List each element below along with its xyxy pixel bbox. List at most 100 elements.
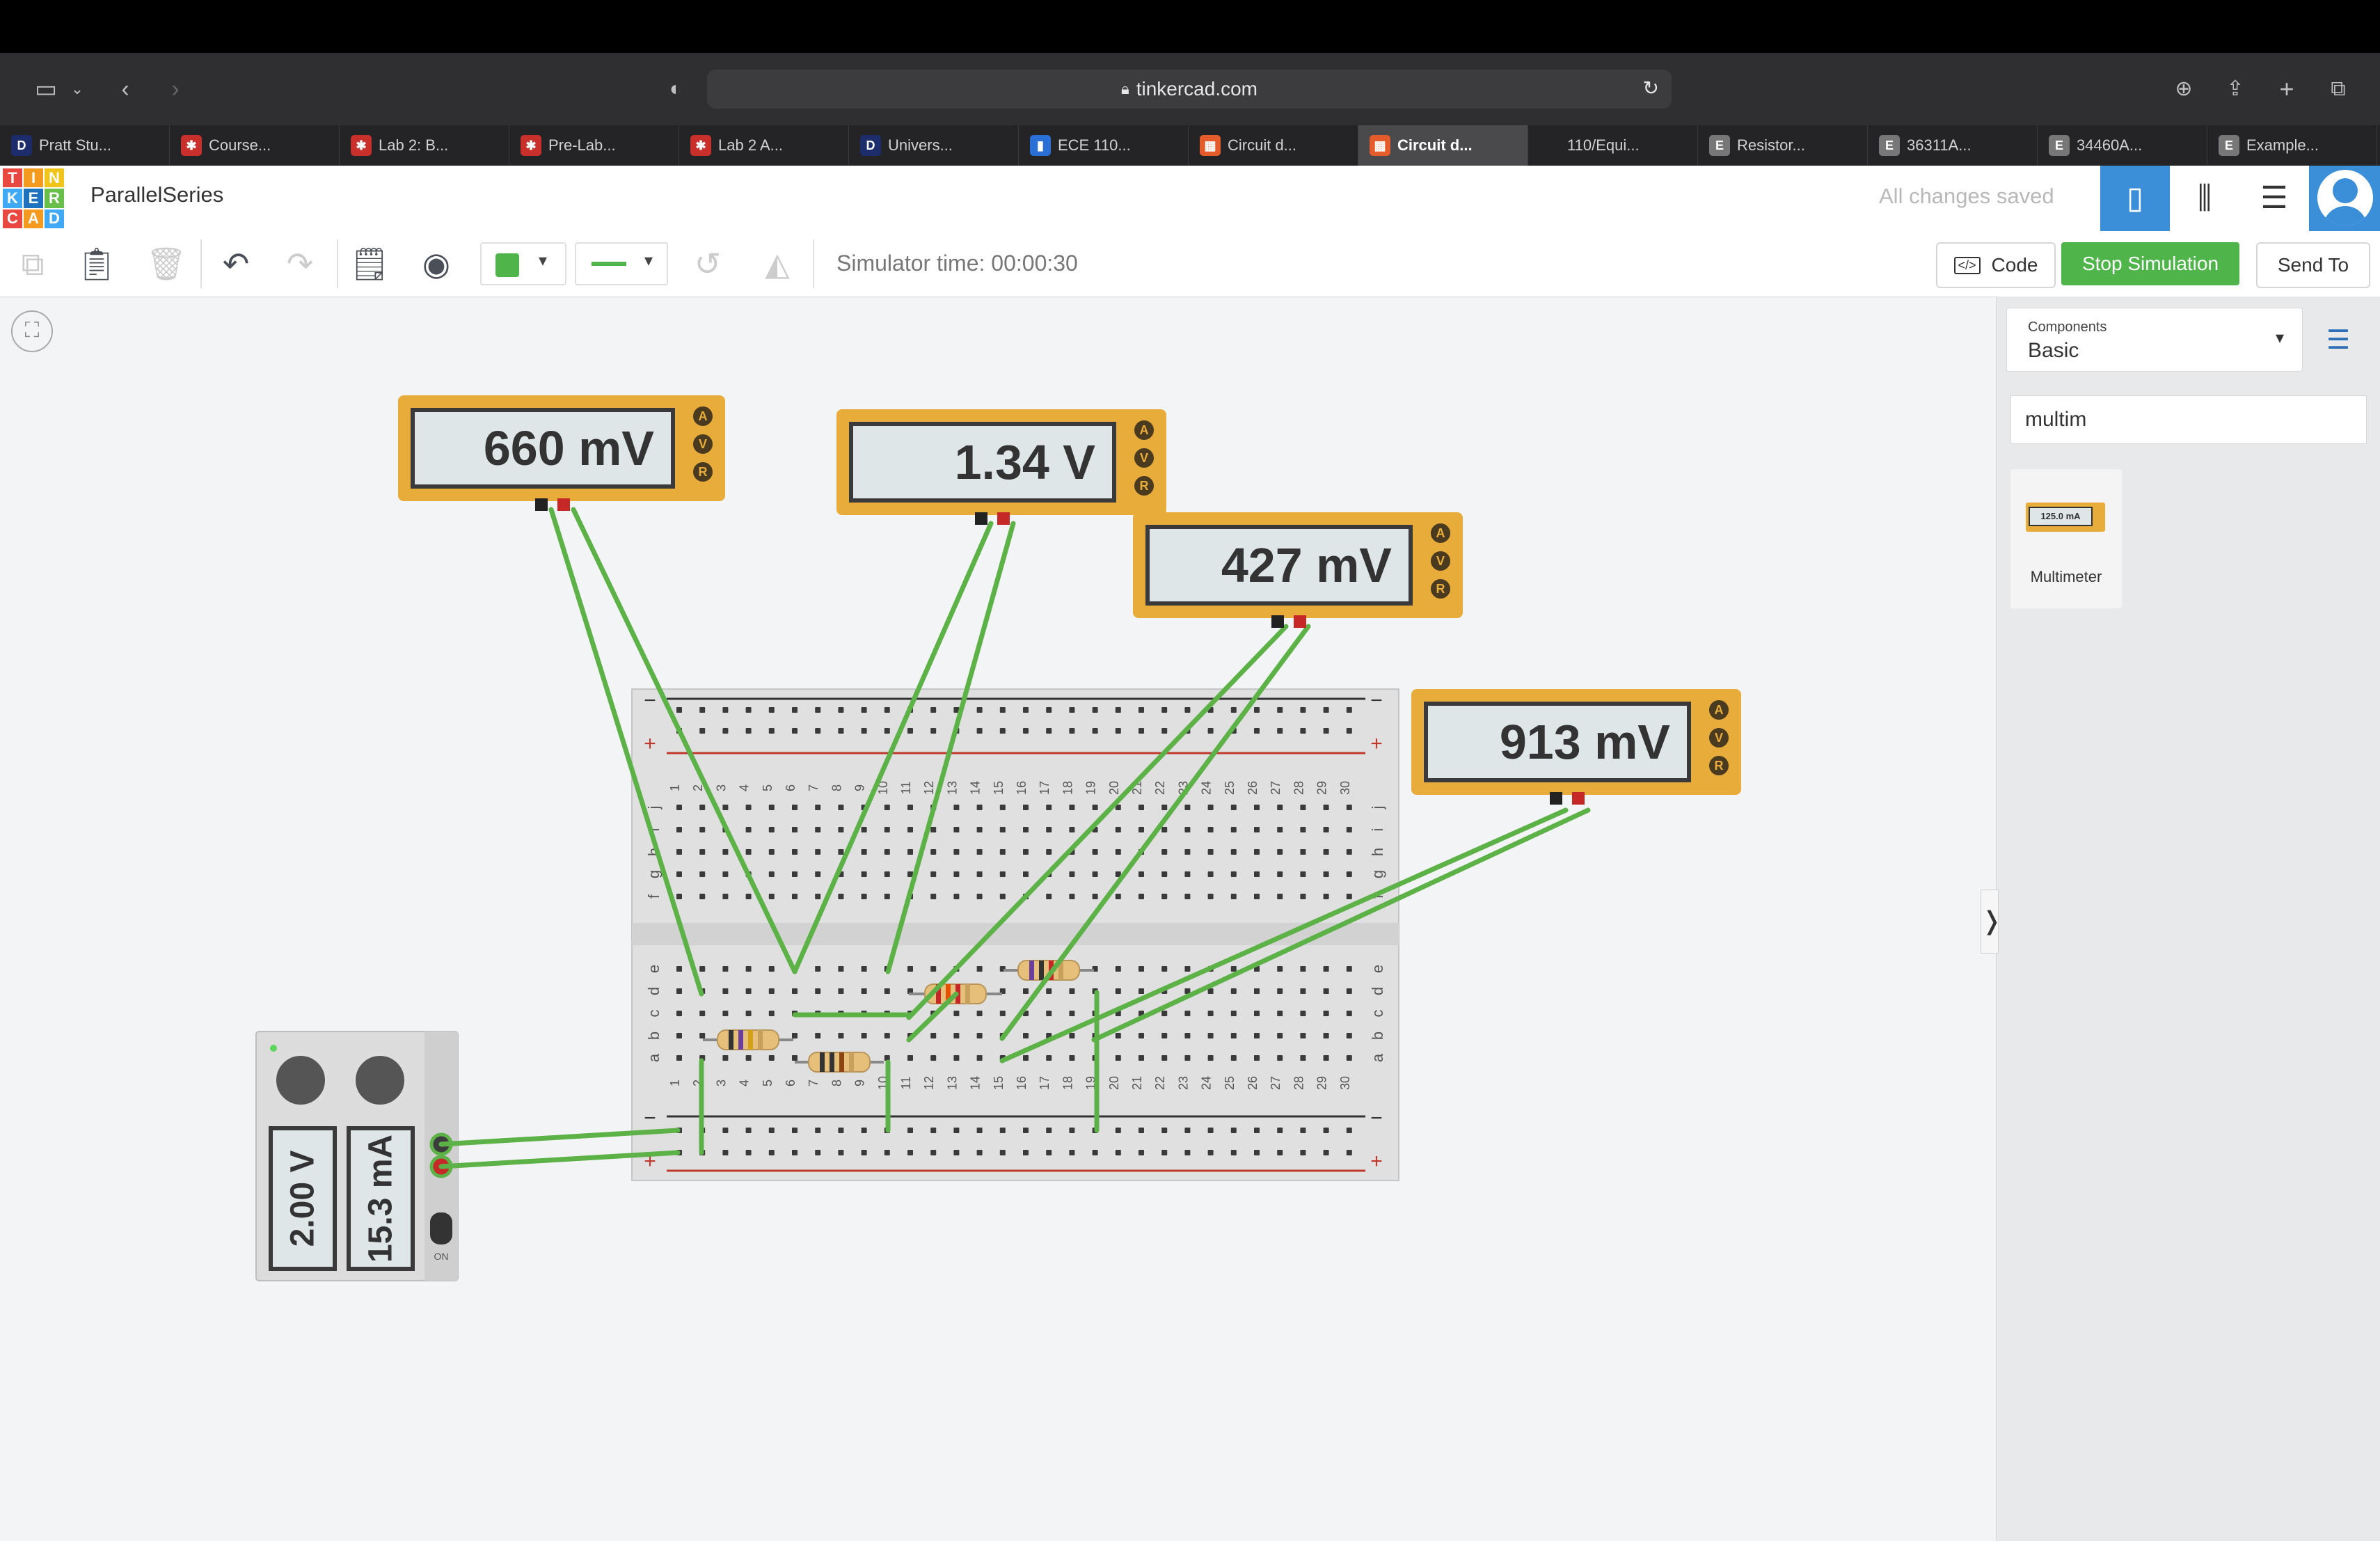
breadboard-hole[interactable] — [976, 1033, 983, 1038]
breadboard-hole[interactable] — [815, 707, 821, 713]
breadboard-hole[interactable] — [1277, 988, 1283, 994]
breadboard-hole[interactable] — [884, 805, 890, 810]
breadboard-hole[interactable] — [1300, 707, 1306, 713]
breadboard-hole[interactable] — [1092, 894, 1098, 899]
breadboard-hole[interactable] — [1115, 827, 1121, 832]
breadboard-hole[interactable] — [699, 827, 706, 832]
wire-type-picker[interactable]: ▾ — [575, 242, 668, 285]
breadboard-hole[interactable] — [792, 1150, 798, 1155]
code-button[interactable]: </> Code — [1936, 242, 2056, 288]
breadboard-hole[interactable] — [1346, 1033, 1352, 1038]
breadboard-hole[interactable] — [838, 728, 844, 734]
breadboard-hole[interactable] — [976, 827, 983, 832]
new-tab-icon[interactable]: + — [2269, 53, 2305, 125]
breadboard-hole[interactable] — [1184, 966, 1191, 972]
sidebar-toggle-icon[interactable]: ▭ — [25, 53, 67, 125]
components-dropdown[interactable]: Components Basic ▾ — [2006, 308, 2303, 372]
breadboard-hole[interactable] — [1115, 988, 1121, 994]
breadboard-hole[interactable] — [1300, 805, 1306, 810]
breadboard-hole[interactable] — [1323, 1055, 1329, 1061]
breadboard-hole[interactable] — [861, 1150, 867, 1155]
red-probe-terminal[interactable] — [1572, 792, 1585, 805]
breadboard-hole[interactable] — [976, 894, 983, 899]
breadboard-hole[interactable] — [1277, 1150, 1283, 1155]
black-probe-terminal[interactable] — [535, 498, 548, 511]
breadboard-hole[interactable] — [1184, 871, 1191, 877]
breadboard-hole[interactable] — [1184, 1150, 1191, 1155]
breadboard-hole[interactable] — [1277, 966, 1283, 972]
breadboard-hole[interactable] — [907, 827, 913, 832]
breadboard-hole[interactable] — [1023, 827, 1029, 832]
breadboard-hole[interactable] — [1277, 728, 1283, 734]
mode-r-icon[interactable]: R — [1708, 754, 1730, 777]
breadboard-hole[interactable] — [1300, 1055, 1306, 1061]
breadboard-hole[interactable] — [1230, 988, 1237, 994]
breadboard-hole[interactable] — [1230, 894, 1237, 899]
breadboard-hole[interactable] — [1092, 849, 1098, 855]
breadboard-hole[interactable] — [815, 988, 821, 994]
mode-a-icon[interactable]: A — [1133, 419, 1155, 441]
breadboard-hole[interactable] — [1161, 805, 1168, 810]
breadboard-hole[interactable] — [999, 707, 1006, 713]
breadboard-hole[interactable] — [722, 1011, 729, 1016]
breadboard-hole[interactable] — [884, 988, 890, 994]
breadboard-hole[interactable] — [953, 805, 960, 810]
breadboard-hole[interactable] — [792, 849, 798, 855]
breadboard-hole[interactable] — [861, 827, 867, 832]
breadboard-hole[interactable] — [745, 827, 752, 832]
breadboard-hole[interactable] — [1115, 1150, 1121, 1155]
shield-icon[interactable]: ◐ — [658, 53, 693, 125]
breadboard-hole[interactable] — [1139, 707, 1144, 713]
breadboard-hole[interactable] — [884, 1033, 890, 1038]
breadboard-hole[interactable] — [1207, 728, 1214, 734]
breadboard-hole[interactable] — [1277, 805, 1283, 810]
breadboard-hole[interactable] — [1139, 988, 1144, 994]
wire-color-picker[interactable]: ▾ — [480, 242, 566, 285]
breadboard-hole[interactable] — [838, 707, 844, 713]
breadboard-hole[interactable] — [1139, 1055, 1144, 1061]
breadboard-hole[interactable] — [930, 707, 937, 713]
breadboard-hole[interactable] — [1254, 988, 1260, 994]
mode-v-icon[interactable]: V — [1708, 727, 1730, 749]
browser-tab[interactable]: ▮ ECE 110... — [1019, 125, 1189, 166]
breadboard-hole[interactable] — [1277, 849, 1283, 855]
breadboard-hole[interactable] — [1115, 849, 1121, 855]
send-to-button[interactable]: Send To — [2256, 242, 2370, 288]
breadboard-hole[interactable] — [1277, 1011, 1283, 1016]
breadboard-hole[interactable] — [1139, 1150, 1144, 1155]
breadboard-hole[interactable] — [1254, 1055, 1260, 1061]
breadboard-hole[interactable] — [699, 728, 706, 734]
breadboard-hole[interactable] — [1277, 1128, 1283, 1133]
breadboard-hole[interactable] — [1207, 1150, 1214, 1155]
breadboard-hole[interactable] — [768, 1128, 775, 1133]
breadboard-hole[interactable] — [1254, 827, 1260, 832]
breadboard-hole[interactable] — [815, 728, 821, 734]
breadboard-hole[interactable] — [999, 849, 1006, 855]
breadboard-hole[interactable] — [815, 827, 821, 832]
breadboard-hole[interactable] — [745, 1128, 752, 1133]
copy-icon[interactable]: ⧉ — [8, 231, 57, 297]
breadboard-hole[interactable] — [815, 871, 821, 877]
breadboard-hole[interactable] — [1046, 988, 1052, 994]
breadboard-hole[interactable] — [907, 1150, 913, 1155]
breadboard-hole[interactable] — [838, 1128, 844, 1133]
mode-v-icon[interactable]: V — [692, 433, 714, 455]
breadboard-hole[interactable] — [792, 1055, 798, 1061]
breadboard-hole[interactable] — [699, 849, 706, 855]
breadboard-hole[interactable] — [722, 1055, 729, 1061]
breadboard-hole[interactable] — [976, 1128, 983, 1133]
breadboard-hole[interactable] — [861, 988, 867, 994]
breadboard-hole[interactable] — [1046, 1055, 1052, 1061]
breadboard-hole[interactable] — [676, 988, 682, 994]
breadboard-hole[interactable] — [1184, 1011, 1191, 1016]
breadboard-hole[interactable] — [930, 1150, 937, 1155]
breadboard-hole[interactable] — [1207, 849, 1214, 855]
breadboard-hole[interactable] — [953, 1128, 960, 1133]
mode-a-icon[interactable]: A — [692, 405, 714, 427]
breadboard-hole[interactable] — [1184, 1055, 1191, 1061]
breadboard-hole[interactable] — [1300, 988, 1306, 994]
breadboard-hole[interactable] — [722, 894, 729, 899]
breadboard-hole[interactable] — [838, 1033, 844, 1038]
address-bar[interactable]: 🔒︎ tinkercad.com ↻ — [707, 70, 1672, 109]
breadboard-hole[interactable] — [1207, 805, 1214, 810]
